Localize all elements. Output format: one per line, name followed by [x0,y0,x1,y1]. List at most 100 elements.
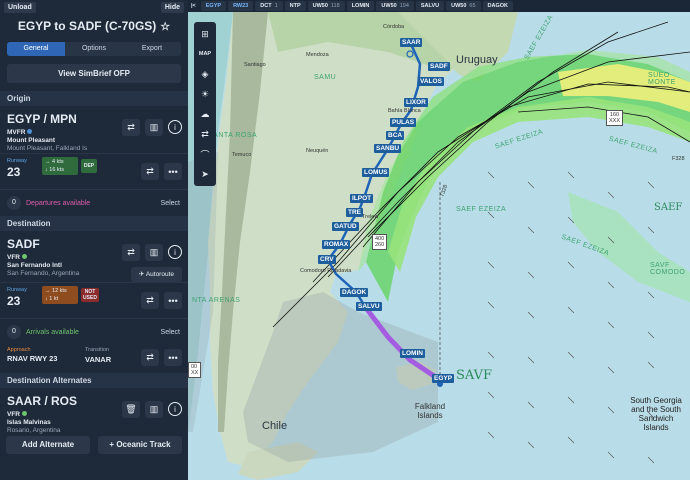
destination-rules-text: VFR [7,254,20,261]
fix-sanbu[interactable]: SANBU [374,144,402,153]
strip-item-dagok[interactable]: DAGOK [482,1,514,11]
strip-item-uw50-3-num: 65 [469,3,476,9]
sun-icon[interactable]: ☀ [194,84,216,104]
alternate-rules-text: VFR [7,411,20,418]
swap-arrows-icon[interactable]: ⇄ [141,292,159,309]
grid-icon[interactable]: ⊞ [194,24,216,44]
label-mendoza: Mendoza [306,52,329,58]
oceanic-track-button[interactable]: + Oceanic Track [98,436,182,454]
destination-crosswind: ↓ 1 kt [45,296,59,302]
strip-item-dct-num: 1 [274,3,278,9]
swap-arrows-icon[interactable]: ⇄ [141,163,159,180]
strip-item-ntp[interactable]: NTP [284,1,306,11]
destination-headwind: → 12 kts [45,288,67,294]
fix-egyp[interactable]: EGYP [432,374,455,383]
navigate-icon[interactable]: ➤ [194,164,216,184]
info-icon[interactable]: i [168,402,182,416]
tab-general[interactable]: General [7,42,65,56]
route-strip: |< EGYP RW23 DCT 1 NTP UW50 118 LOMIN UW50… [188,0,690,12]
fix-lixor[interactable]: LIXOR [404,98,428,107]
transition-label: Transition [85,347,109,353]
fix-crv[interactable]: CRV [318,255,336,264]
fix-ilpot[interactable]: ILPOT [350,194,374,203]
label-south-georgia: South Georgia and the South Sandwich Isl… [630,396,682,432]
fix-valos[interactable]: VALOS [418,77,444,86]
origin-headwind: → 4 kts [45,159,64,165]
label-falkland: Falkland Islands [414,402,446,420]
layers-icon[interactable]: ◈ [194,64,216,84]
tab-options[interactable]: Options [65,42,123,56]
fix-salvu[interactable]: SALVU [356,302,382,311]
map-view[interactable]: SAAR SADF VALOS LIXOR PULAS BCA SANBU LO… [188,12,690,480]
altitude-box-3[interactable]: 00 XX [188,362,202,378]
strip-item-rw23[interactable]: RW23 [228,1,254,11]
label-airway-f328: F328 [672,156,685,162]
label-chile: Chile [262,420,288,432]
fix-lomin[interactable]: LOMIN [400,349,425,358]
arc-icon[interactable]: ⌒ [194,144,216,164]
fix-tre[interactable]: TRE [346,208,363,217]
strip-item-uw50-3-name: UW50 [451,3,467,9]
fix-sadf[interactable]: SADF [428,62,450,71]
route-icon[interactable]: ⇄ [194,124,216,144]
swap-arrows-icon[interactable]: ⇄ [122,244,140,261]
strip-back-icon[interactable]: |< [188,1,199,11]
departures-available-text: Departures available [26,199,91,207]
swap-arrows-icon[interactable]: ⇄ [141,349,159,366]
tab-export[interactable]: Export [123,42,181,56]
alternates-section-header: Destination Alternates [0,373,188,388]
flight-title: EGYP to SADF (C-70GS) ☆ [0,19,188,33]
strip-item-salvu-name: SALVU [420,3,440,9]
strip-item-egyp[interactable]: EGYP [200,1,227,11]
book-icon[interactable]: ▥ [145,119,163,136]
book-icon[interactable]: ▥ [145,244,163,261]
fix-pulas[interactable]: PULAS [390,118,417,127]
view-simbrief-ofp-button[interactable]: View SimBrief OFP [7,64,181,83]
map-toolbar: ⊞ MAP ◈ ☀ ☁ ⇄ ⌒ ➤ [194,22,216,186]
fix-romax[interactable]: ROMAX [322,240,351,249]
origin-runway-actions: ⇄ ••• [141,163,182,180]
swap-arrows-icon[interactable]: ⇄ [122,119,140,136]
fix-lomus[interactable]: LOMUS [362,168,390,177]
weather-icon[interactable]: ☁ [194,104,216,124]
label-santiago: Santiago [244,62,266,68]
destination-wind-box: → 12 kts ↓ 1 kt [42,286,78,304]
fix-dagok[interactable]: DAGOK [340,288,369,297]
strip-item-uw50-2[interactable]: UW50 194 [376,1,414,11]
strip-item-uw50-3[interactable]: UW50 65 [446,1,481,11]
strip-item-salvu[interactable]: SALVU [415,1,445,11]
origin-rules-text: MVFR [7,129,26,136]
trash-icon[interactable]: 🗑 [122,401,140,418]
more-icon[interactable]: ••• [164,292,182,309]
book-icon[interactable]: ▥ [145,401,163,418]
fix-saar[interactable]: SAAR [400,38,423,47]
hide-button[interactable]: Hide [160,1,184,13]
more-icon[interactable]: ••• [164,349,182,366]
alternate-airport: SAAR / ROS VFR Islas Malvinas Rosario, A… [0,388,188,436]
more-icon[interactable]: ••• [164,163,182,180]
alternate-name: Islas Malvinas [7,419,51,426]
info-icon[interactable]: i [168,245,182,259]
map-layer-button[interactable]: MAP [194,44,216,64]
altitude-box-1[interactable]: 400 260 [372,234,388,250]
info-icon[interactable]: i [168,120,182,134]
strip-item-uw50-1-name: UW50 [312,3,328,9]
transition-value[interactable]: VANAR [85,355,111,364]
autoroute-icon: ✈ [138,271,146,278]
departures-select-button[interactable]: Select [161,200,180,207]
favorite-star-icon[interactable]: ☆ [160,21,170,33]
arrivals-select-button[interactable]: Select [161,329,180,336]
autoroute-button[interactable]: ✈ Autoroute [130,267,182,282]
label-samu: SAMU [314,74,337,81]
strip-item-uw50-1[interactable]: UW50 118 [307,1,345,11]
add-alternate-button[interactable]: Add Alternate [6,436,90,454]
fix-gatud[interactable]: GATUD [332,222,359,231]
strip-item-dct[interactable]: DCT 1 [255,1,283,11]
strip-item-lomin[interactable]: LOMIN [346,1,375,11]
fix-bca[interactable]: BCA [386,131,405,140]
unload-button[interactable]: Unload [4,1,36,13]
origin-wind-box: → 4 kts ↓ 16 kts [42,157,78,175]
altitude-box-2[interactable]: 160 XXX [606,110,624,126]
origin-name: Mount Pleasant [7,137,56,144]
label-punta-arenas: NTA ARENAS [192,297,241,304]
